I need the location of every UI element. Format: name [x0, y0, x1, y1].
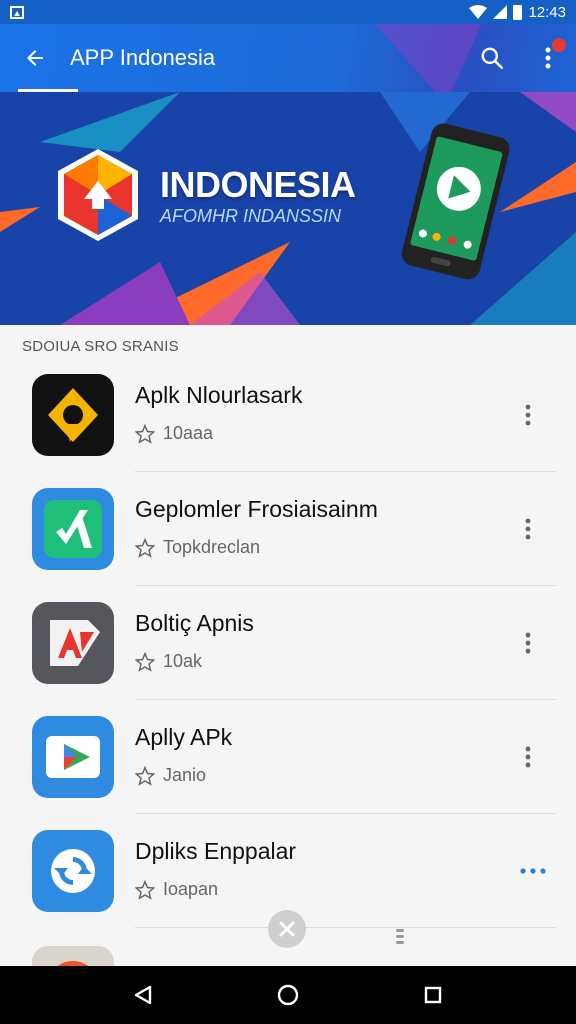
drag-handle-icon[interactable]	[395, 928, 405, 946]
app-meta: 10aaa	[163, 423, 214, 443]
section-header: SDOIUA SRO SRANIS	[22, 338, 179, 355]
more-horiz-icon	[520, 868, 546, 874]
back-button[interactable]	[0, 24, 70, 92]
app-icon-play	[46, 736, 100, 778]
banner-title: INDONESIA	[160, 164, 356, 205]
app-meta: Ioapan	[163, 879, 219, 899]
list-item[interactable]: Geplomler Frosiaisainm Topkdreclan	[0, 472, 576, 586]
app-more-button[interactable]	[516, 737, 540, 777]
nav-back-button[interactable]	[113, 966, 173, 1024]
app-icon-sync	[51, 849, 95, 893]
app-icon	[32, 602, 114, 684]
phone-illustration	[401, 123, 510, 280]
app-more-button[interactable]	[516, 623, 540, 663]
app-icon-red-arrow	[50, 620, 100, 666]
image-icon	[10, 5, 24, 19]
back-triangle-icon	[134, 985, 151, 1005]
battery-icon	[513, 4, 523, 20]
list-item[interactable]: Aplk Nlourlasark 10aaa	[0, 358, 576, 472]
notification-badge	[552, 38, 566, 52]
wifi-icon	[469, 5, 488, 19]
app-more-button[interactable]	[518, 851, 548, 891]
app-meta: Topkdreclan	[163, 537, 261, 557]
app-name: Geplomler Frosiaisainm	[135, 496, 378, 522]
signal-icon	[493, 5, 508, 19]
star-icon	[135, 879, 155, 900]
app-meta: 10ak	[163, 651, 203, 671]
status-bar: 12:43	[0, 0, 576, 24]
app-icon	[32, 374, 114, 456]
app-icon	[32, 716, 114, 798]
back-arrow-icon	[27, 50, 43, 66]
app-more-button[interactable]	[516, 509, 540, 549]
more-vert-icon	[525, 632, 531, 654]
status-time: 12:43	[528, 3, 566, 21]
app-name: Aplk Nlourlasark	[135, 382, 303, 408]
list-item[interactable]: Boltiç Apnis 10ak	[0, 586, 576, 700]
more-vert-icon	[525, 746, 531, 768]
app-icon	[32, 830, 114, 912]
app-icon-yellow-diamond	[48, 388, 98, 442]
system-nav-bar	[0, 966, 576, 1024]
nav-home-button[interactable]	[258, 966, 318, 1024]
overflow-menu-button[interactable]	[520, 24, 576, 92]
more-vert-icon	[525, 404, 531, 426]
indonesia-logo	[58, 149, 138, 241]
nav-recents-button[interactable]	[403, 966, 463, 1024]
dismiss-button[interactable]	[268, 910, 306, 948]
home-circle-icon	[277, 984, 299, 1006]
app-name: Aplly APk	[135, 724, 233, 750]
app-more-button[interactable]	[516, 395, 540, 435]
banner-subtitle: AFOMHR INDANSSIN	[160, 206, 342, 226]
recents-square-icon	[425, 986, 442, 1004]
star-icon	[135, 423, 155, 444]
app-name: Boltiç Apnis	[135, 610, 254, 636]
promo-banner[interactable]: INDONESIA AFOMHR INDANSSIN	[0, 92, 576, 325]
page-title: APP Indonesia	[70, 45, 216, 70]
more-vert-icon	[525, 518, 531, 540]
close-icon	[279, 921, 295, 937]
app-name: Dpliks Enppalar	[135, 838, 297, 864]
search-icon	[481, 47, 504, 70]
app-meta: Janio	[163, 765, 207, 785]
star-icon	[135, 537, 155, 558]
app-icon	[32, 488, 114, 570]
app-bar: APP Indonesia	[0, 24, 576, 92]
star-icon	[135, 765, 155, 786]
app-icon-green-check	[44, 500, 102, 558]
list-item[interactable]: Aplly APk Janio	[0, 700, 576, 814]
more-vert-icon	[545, 47, 551, 69]
search-button[interactable]	[464, 24, 520, 92]
star-icon	[135, 651, 155, 672]
